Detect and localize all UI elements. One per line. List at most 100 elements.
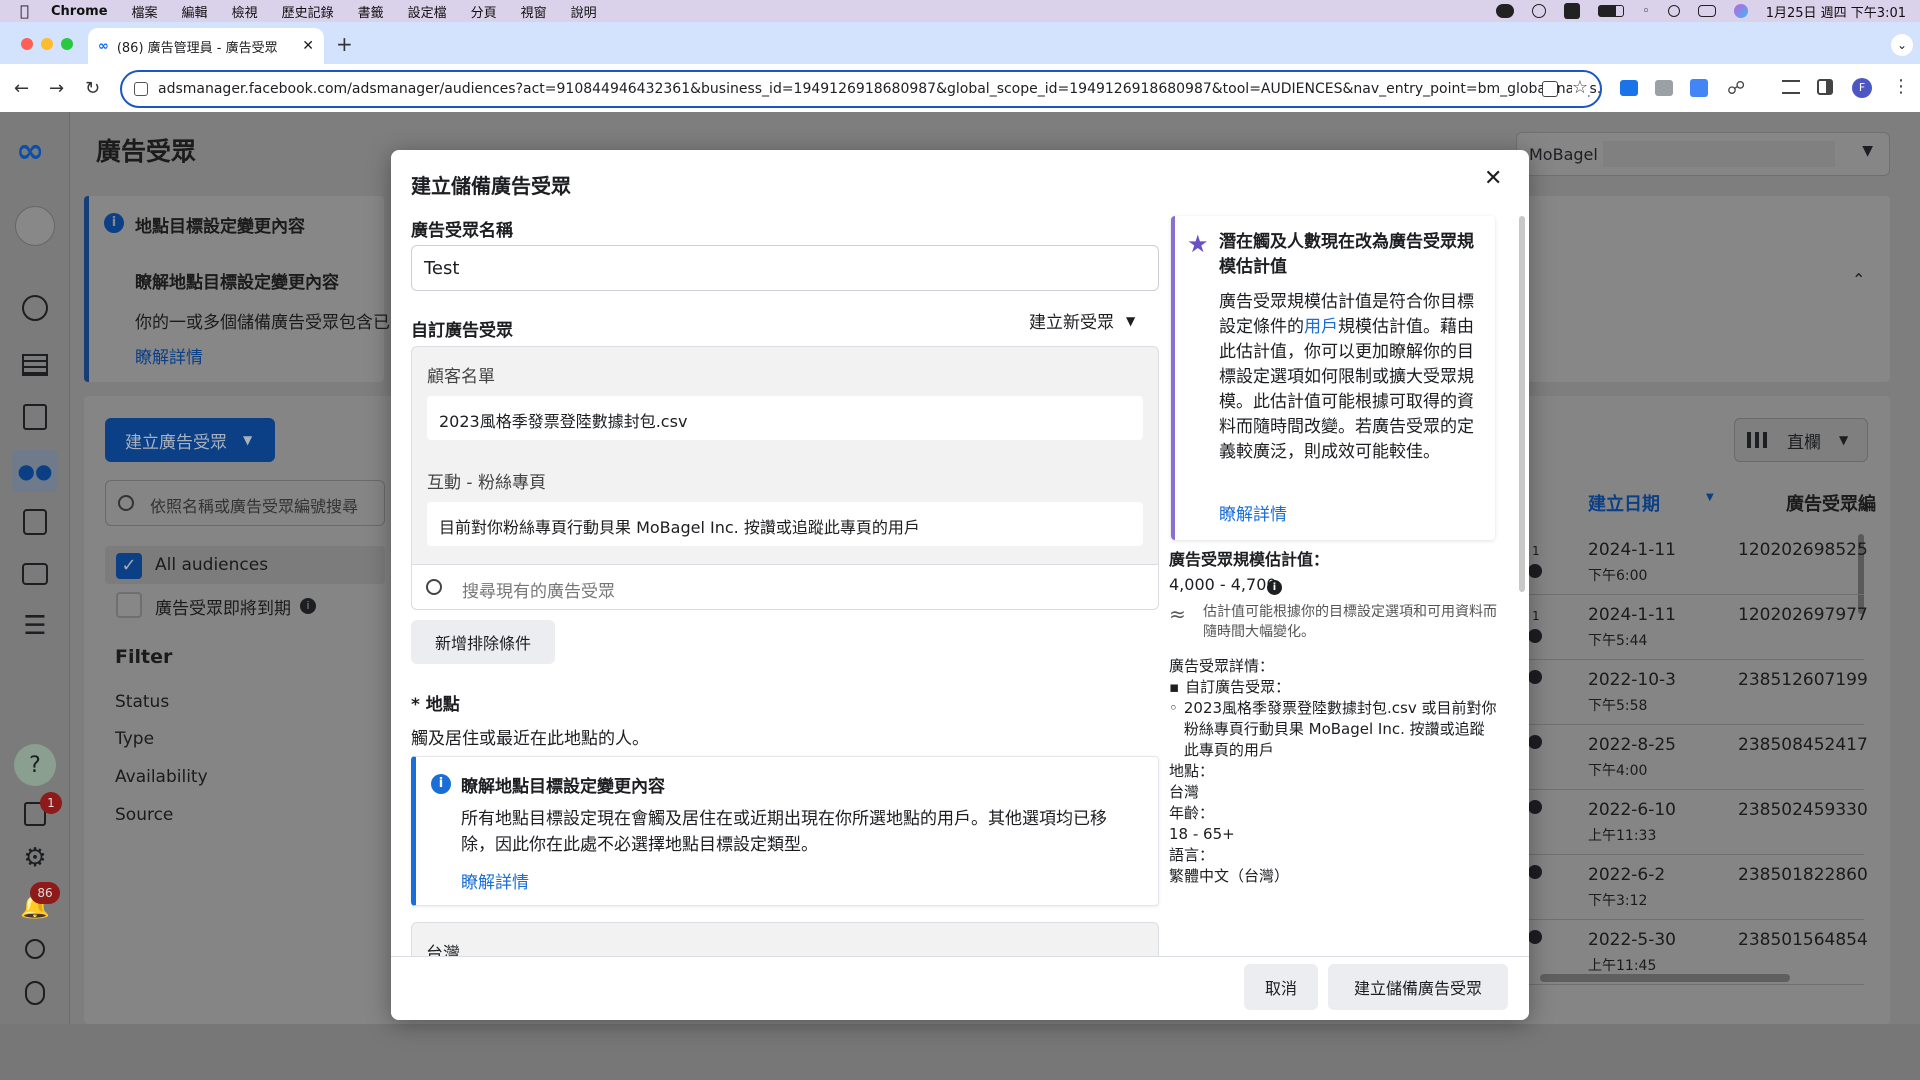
cancel-button[interactable]: 取消: [1244, 964, 1318, 1010]
audiences-icon[interactable]: ●●: [12, 450, 58, 492]
menu-history[interactable]: 歷史記錄: [282, 2, 334, 21]
battery-icon[interactable]: [1598, 5, 1625, 17]
menu-profiles[interactable]: 設定檔: [408, 2, 447, 21]
side-panel-icon[interactable]: [1817, 79, 1833, 95]
minimize-window-icon[interactable]: [41, 38, 53, 50]
table-hscrollbar[interactable]: [1540, 974, 1790, 982]
search-icon[interactable]: [17, 931, 53, 967]
install-app-icon[interactable]: [1542, 81, 1558, 97]
row-info-icon[interactable]: [1528, 800, 1542, 814]
sort-desc-icon[interactable]: ▼: [1706, 492, 1714, 503]
menu-window[interactable]: 視窗: [521, 2, 547, 21]
menu-app[interactable]: Chrome: [51, 4, 108, 19]
reload-icon[interactable]: ↻: [85, 78, 100, 99]
close-icon[interactable]: ✕: [1484, 166, 1502, 191]
collapse-chevron-icon[interactable]: ⌃: [1852, 270, 1865, 289]
create-saved-audience-button[interactable]: 建立儲備廣告受眾: [1328, 964, 1508, 1010]
row-info-icon[interactable]: [1528, 670, 1542, 684]
row-info-icon[interactable]: [1528, 930, 1542, 944]
create-new-audience-dropdown[interactable]: 建立新受眾 ▼: [1029, 308, 1135, 333]
catalog-icon[interactable]: [17, 504, 53, 540]
menu-file[interactable]: 檔案: [132, 2, 158, 21]
source2-chip[interactable]: 目前對你粉絲專頁行動貝果 MoBagel Inc. 按讚或追蹤此專頁的用戶: [427, 502, 1143, 546]
siri-icon[interactable]: [1733, 4, 1748, 18]
alerts-badge: 86: [30, 882, 60, 904]
row-mark: 1: [1532, 609, 1540, 623]
filter-status[interactable]: Status: [115, 692, 169, 712]
notice-link[interactable]: 瞭解詳情: [135, 343, 203, 368]
play-icon[interactable]: [1532, 4, 1547, 18]
create-audience-button[interactable]: 建立廣告受眾 ▼: [105, 418, 275, 462]
wifi-icon[interactable]: ◦: [1642, 4, 1650, 19]
bug-report-icon[interactable]: [17, 975, 53, 1011]
meta-logo-icon[interactable]: ∞: [16, 134, 44, 168]
site-info-icon[interactable]: [134, 82, 148, 96]
dashboard-icon[interactable]: [17, 290, 53, 326]
close-window-icon[interactable]: [21, 38, 33, 50]
extension-1-icon[interactable]: [1620, 80, 1638, 96]
line-icon[interactable]: [1496, 4, 1515, 18]
row-info-icon[interactable]: [1528, 735, 1542, 749]
address-bar[interactable]: adsmanager.facebook.com/adsmanager/audie…: [120, 70, 1602, 108]
row-info-icon[interactable]: [1528, 564, 1542, 578]
menu-view[interactable]: 檢視: [232, 2, 258, 21]
help-icon[interactable]: ?: [14, 744, 56, 786]
translate-icon[interactable]: [1690, 79, 1708, 97]
menu-edit[interactable]: 編輯: [182, 2, 208, 21]
existing-audience-search[interactable]: 搜尋現有的廣告受眾: [411, 564, 1159, 610]
tab-ads-manager[interactable]: ∞ (86) 廣告管理員 - 廣告受眾 ✕: [88, 28, 324, 64]
media-icon[interactable]: [1782, 80, 1800, 94]
audience-name-input[interactable]: Test: [411, 245, 1159, 291]
tip-users-link[interactable]: 用戶: [1304, 317, 1338, 337]
menu-bookmarks[interactable]: 書籤: [358, 2, 384, 21]
tip-text-2: 規模估計值。藉由此估計值，你可以更加瞭解你的目標設定選項如何限制或擴大受眾規模。…: [1219, 317, 1474, 462]
search-icon[interactable]: [1667, 5, 1680, 17]
forward-icon[interactable]: →: [49, 78, 64, 99]
column-header-date[interactable]: 建立日期: [1588, 490, 1660, 516]
add-exclusion-button[interactable]: 新增排除條件: [411, 620, 555, 664]
column-header-id[interactable]: 廣告受眾編: [1786, 490, 1876, 516]
pages-icon[interactable]: [17, 399, 53, 435]
filter-type[interactable]: Type: [115, 729, 154, 749]
tab-close-icon[interactable]: ✕: [302, 38, 314, 54]
campaigns-table-icon[interactable]: [17, 347, 53, 383]
info-learn-more-link[interactable]: 瞭解詳情: [461, 868, 529, 893]
bookmark-star-icon[interactable]: ☆: [1571, 77, 1588, 98]
filter-source[interactable]: Source: [115, 805, 173, 825]
filter-availability[interactable]: Availability: [115, 767, 208, 787]
browser-menu-icon[interactable]: ⋮: [1892, 76, 1910, 97]
row-info-icon[interactable]: [1528, 865, 1542, 879]
account-avatar[interactable]: [15, 206, 55, 246]
maximize-window-icon[interactable]: [61, 38, 73, 50]
all-tools-menu-icon[interactable]: ☰: [17, 608, 53, 644]
menu-help[interactable]: 說明: [571, 2, 597, 21]
account-selector[interactable]: MoBagel ▼: [1516, 132, 1890, 176]
clock[interactable]: 1月25日 週四 下午3:01: [1766, 2, 1906, 21]
expiring-checkbox[interactable]: [116, 592, 142, 618]
settings-gear-icon[interactable]: ⚙: [17, 840, 53, 876]
new-tab-icon[interactable]: +: [336, 32, 353, 56]
extensions-puzzle-icon[interactable]: ☍: [1727, 78, 1745, 99]
info-icon[interactable]: i: [1267, 580, 1282, 595]
media-library-icon[interactable]: [17, 556, 53, 592]
checkbox-checked-icon[interactable]: ✓: [116, 553, 142, 579]
menu-tabs[interactable]: 分頁: [471, 2, 497, 21]
row-audience-id: 2385126071993: [1738, 670, 1868, 690]
create-audience-label: 建立廣告受眾: [125, 432, 227, 453]
text-icon[interactable]: [1564, 3, 1581, 19]
audience-search-input[interactable]: 依照名稱或廣告受眾編號搜尋: [105, 480, 385, 526]
dialog-scrollbar[interactable]: [1519, 216, 1525, 592]
control-center-icon[interactable]: [1697, 5, 1716, 17]
row-info-icon[interactable]: [1528, 629, 1542, 643]
apple-icon[interactable]: : [20, 2, 29, 20]
profile-avatar[interactable]: F: [1852, 78, 1872, 98]
tab-search-icon[interactable]: ⌄: [1891, 34, 1913, 56]
source1-chip[interactable]: 2023風格季發票登陸數據封包.csv: [427, 396, 1143, 440]
back-icon[interactable]: ←: [14, 78, 29, 99]
row-audience-id: 2385084524178: [1738, 735, 1868, 755]
columns-button[interactable]: 直欄 ▼: [1734, 418, 1868, 462]
tip-learn-more-link[interactable]: 瞭解詳情: [1219, 500, 1287, 525]
extension-2-icon[interactable]: [1655, 80, 1673, 96]
info-icon[interactable]: i: [300, 598, 316, 614]
row-date: 2022-6-10: [1588, 800, 1676, 820]
